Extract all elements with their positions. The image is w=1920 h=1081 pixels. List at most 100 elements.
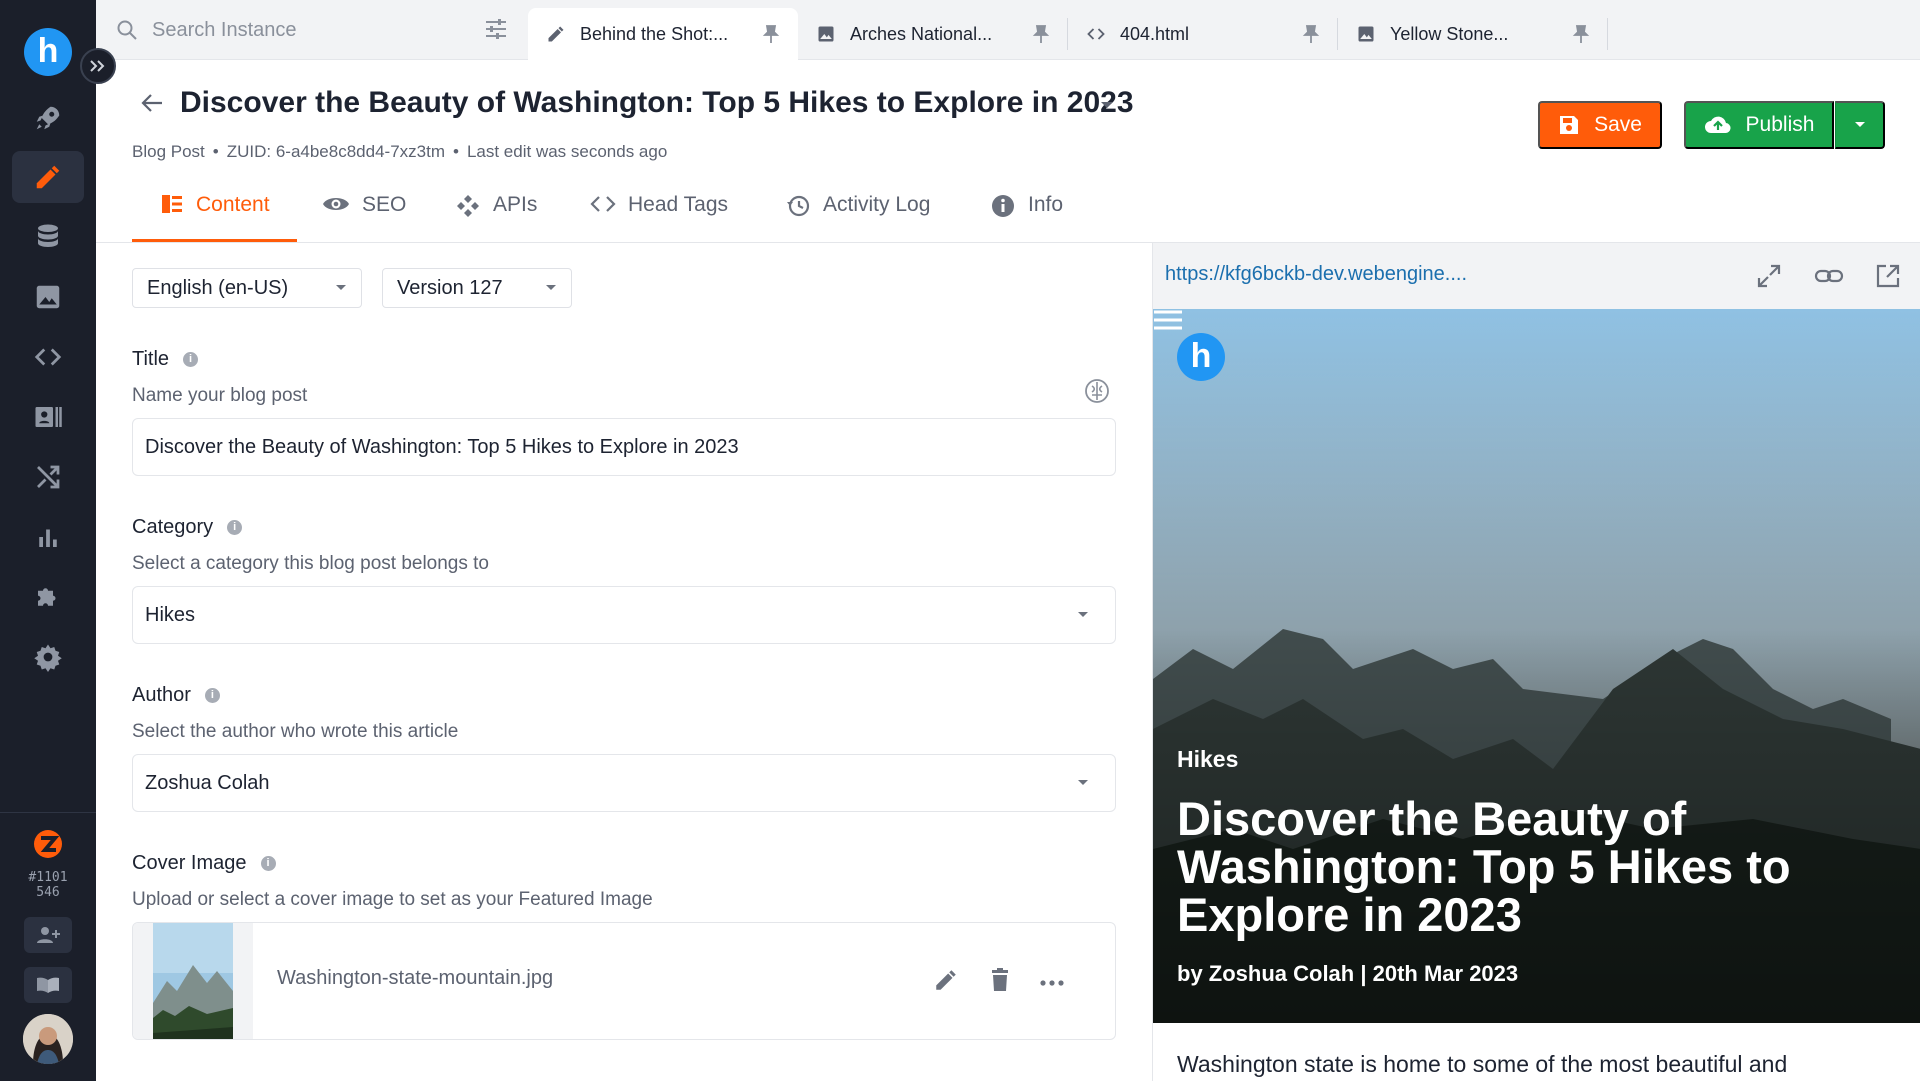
live-preview-panel: https://kfg6bckb-dev.webengine.... h Hik… <box>1152 243 1920 1081</box>
tab-label: Head Tags <box>628 193 729 216</box>
api-nodes-icon <box>457 195 479 217</box>
tab-behind-the-shot[interactable]: Behind the Shot:... <box>528 8 798 60</box>
title-dropdown-caret-icon[interactable] <box>1100 100 1114 110</box>
preview-site-logo[interactable]: h <box>1177 333 1225 381</box>
save-label: Save <box>1594 113 1642 136</box>
tab-activity-log[interactable]: Activity Log <box>785 180 930 242</box>
ai-brain-icon[interactable] <box>1084 378 1110 404</box>
title-field-label: Title i <box>132 348 199 371</box>
title-input[interactable]: Discover the Beauty of Washington: Top 5… <box>132 418 1116 476</box>
nav-media[interactable] <box>12 271 84 323</box>
hamburger-menu-icon[interactable] <box>1153 309 1183 331</box>
author-field-description: Select the author who wrote this article <box>132 721 459 742</box>
content-editor-app: h #1101 546 Search Instance Behind the S… <box>0 0 1920 1081</box>
invite-user-button[interactable] <box>24 917 72 953</box>
tab-head-tags[interactable]: Head Tags <box>590 180 728 242</box>
info-icon[interactable]: i <box>183 352 199 367</box>
nav-launch[interactable] <box>12 92 84 144</box>
author-select[interactable]: Zoshua Colah <box>132 754 1116 812</box>
tab-404-html[interactable]: 404.html <box>1068 8 1338 60</box>
expand-icon[interactable] <box>1756 263 1782 289</box>
version-select[interactable]: Version 127 <box>382 268 572 308</box>
more-options-icon[interactable] <box>1039 979 1065 987</box>
publish-options-button[interactable] <box>1835 101 1885 149</box>
preview-title: Discover the Beauty of Washington: Top 5… <box>1177 792 1791 941</box>
image-icon <box>1358 26 1374 42</box>
rocket-icon <box>36 106 60 130</box>
back-arrow-icon[interactable] <box>140 92 164 114</box>
code-icon <box>590 196 616 212</box>
category-select[interactable]: Hikes <box>132 586 1116 644</box>
code-icon <box>1087 28 1105 40</box>
preview-url-link[interactable]: https://kfg6bckb-dev.webengine.... <box>1165 263 1467 286</box>
cover-field-description: Upload or select a cover image to set as… <box>132 889 653 910</box>
tab-arches-national[interactable]: Arches National... <box>798 8 1068 60</box>
info-icon[interactable]: i <box>227 520 243 535</box>
add-user-icon <box>37 927 60 943</box>
publish-button[interactable]: Publish <box>1684 101 1834 149</box>
tab-apis[interactable]: APIs <box>455 180 537 242</box>
app-logo[interactable]: h <box>24 28 72 76</box>
tab-label: Arches National... <box>850 23 993 44</box>
nav-reports[interactable] <box>12 511 84 563</box>
info-icon[interactable]: i <box>260 856 276 871</box>
sidebar-footer <box>0 812 96 813</box>
last-edit-status: Last edit was seconds ago <box>466 142 668 161</box>
tab-separator <box>1607 18 1608 50</box>
database-icon <box>38 224 58 247</box>
preview-toolbar: https://kfg6bckb-dev.webengine.... <box>1153 243 1920 309</box>
model-name: Blog Post <box>132 142 205 161</box>
open-external-icon[interactable] <box>1875 263 1901 289</box>
chevron-down-icon <box>1854 122 1865 127</box>
nav-leads[interactable] <box>12 391 84 443</box>
shuffle-icon <box>37 465 60 489</box>
nav-redirects[interactable] <box>12 451 84 503</box>
preview-category: Hikes <box>1177 746 1239 772</box>
nav-settings[interactable] <box>12 631 84 683</box>
expand-sidebar-button[interactable] <box>80 48 116 84</box>
search-icon <box>117 20 137 40</box>
tab-label: Yellow Stone... <box>1390 23 1509 44</box>
nav-content[interactable] <box>12 151 84 203</box>
search-input[interactable]: Search Instance <box>152 19 297 42</box>
tab-content[interactable]: Content <box>132 180 297 242</box>
pin-icon[interactable] <box>1032 24 1050 44</box>
cover-thumbnail[interactable] <box>153 923 233 1040</box>
tab-label: 404.html <box>1120 23 1190 44</box>
tab-label: APIs <box>493 193 538 216</box>
search-instance[interactable]: Search Instance <box>96 0 528 60</box>
bar-chart-icon <box>39 529 57 547</box>
nav-code[interactable] <box>12 331 84 383</box>
item-meta: Blog Post • ZUID: 6-a4be8c8dd4-7xz3tm • Last… <box>132 142 668 161</box>
language-value: English (en-US) <box>147 276 289 299</box>
chevron-down-icon <box>1078 612 1088 617</box>
save-button[interactable]: Save <box>1538 101 1662 149</box>
pin-icon[interactable] <box>762 24 780 44</box>
tab-info[interactable]: Info <box>990 180 1063 242</box>
instance-id: #1101 546 <box>28 870 68 900</box>
user-avatar[interactable] <box>23 1014 73 1064</box>
filter-sliders-icon[interactable] <box>484 18 508 40</box>
nav-schema[interactable] <box>12 211 84 263</box>
title-field-description: Name your blog post <box>132 385 308 406</box>
docs-button[interactable] <box>24 967 72 1003</box>
tab-seo[interactable]: SEO <box>322 180 406 242</box>
nav-apps[interactable] <box>12 571 84 623</box>
chevron-down-icon <box>546 285 556 290</box>
instance-logo[interactable] <box>30 826 66 867</box>
cover-filename: Washington-state-mountain.jpg <box>277 967 554 989</box>
link-icon[interactable] <box>1814 263 1844 289</box>
version-value: Version 127 <box>397 276 503 299</box>
chevron-down-icon <box>336 285 346 290</box>
language-select[interactable]: English (en-US) <box>132 268 362 308</box>
pin-icon[interactable] <box>1572 24 1590 44</box>
tab-yellow-stone[interactable]: Yellow Stone... <box>1338 8 1608 60</box>
double-chevron-right-icon <box>90 60 105 72</box>
pin-icon[interactable] <box>1302 24 1320 44</box>
edit-pencil-icon[interactable] <box>933 967 959 993</box>
tab-label: Behind the Shot:... <box>580 23 729 44</box>
cover-image-field[interactable]: Washington-state-mountain.jpg <box>132 922 1116 1040</box>
pencil-icon <box>548 26 564 42</box>
info-icon[interactable]: i <box>204 688 220 703</box>
trash-icon[interactable] <box>988 967 1012 993</box>
